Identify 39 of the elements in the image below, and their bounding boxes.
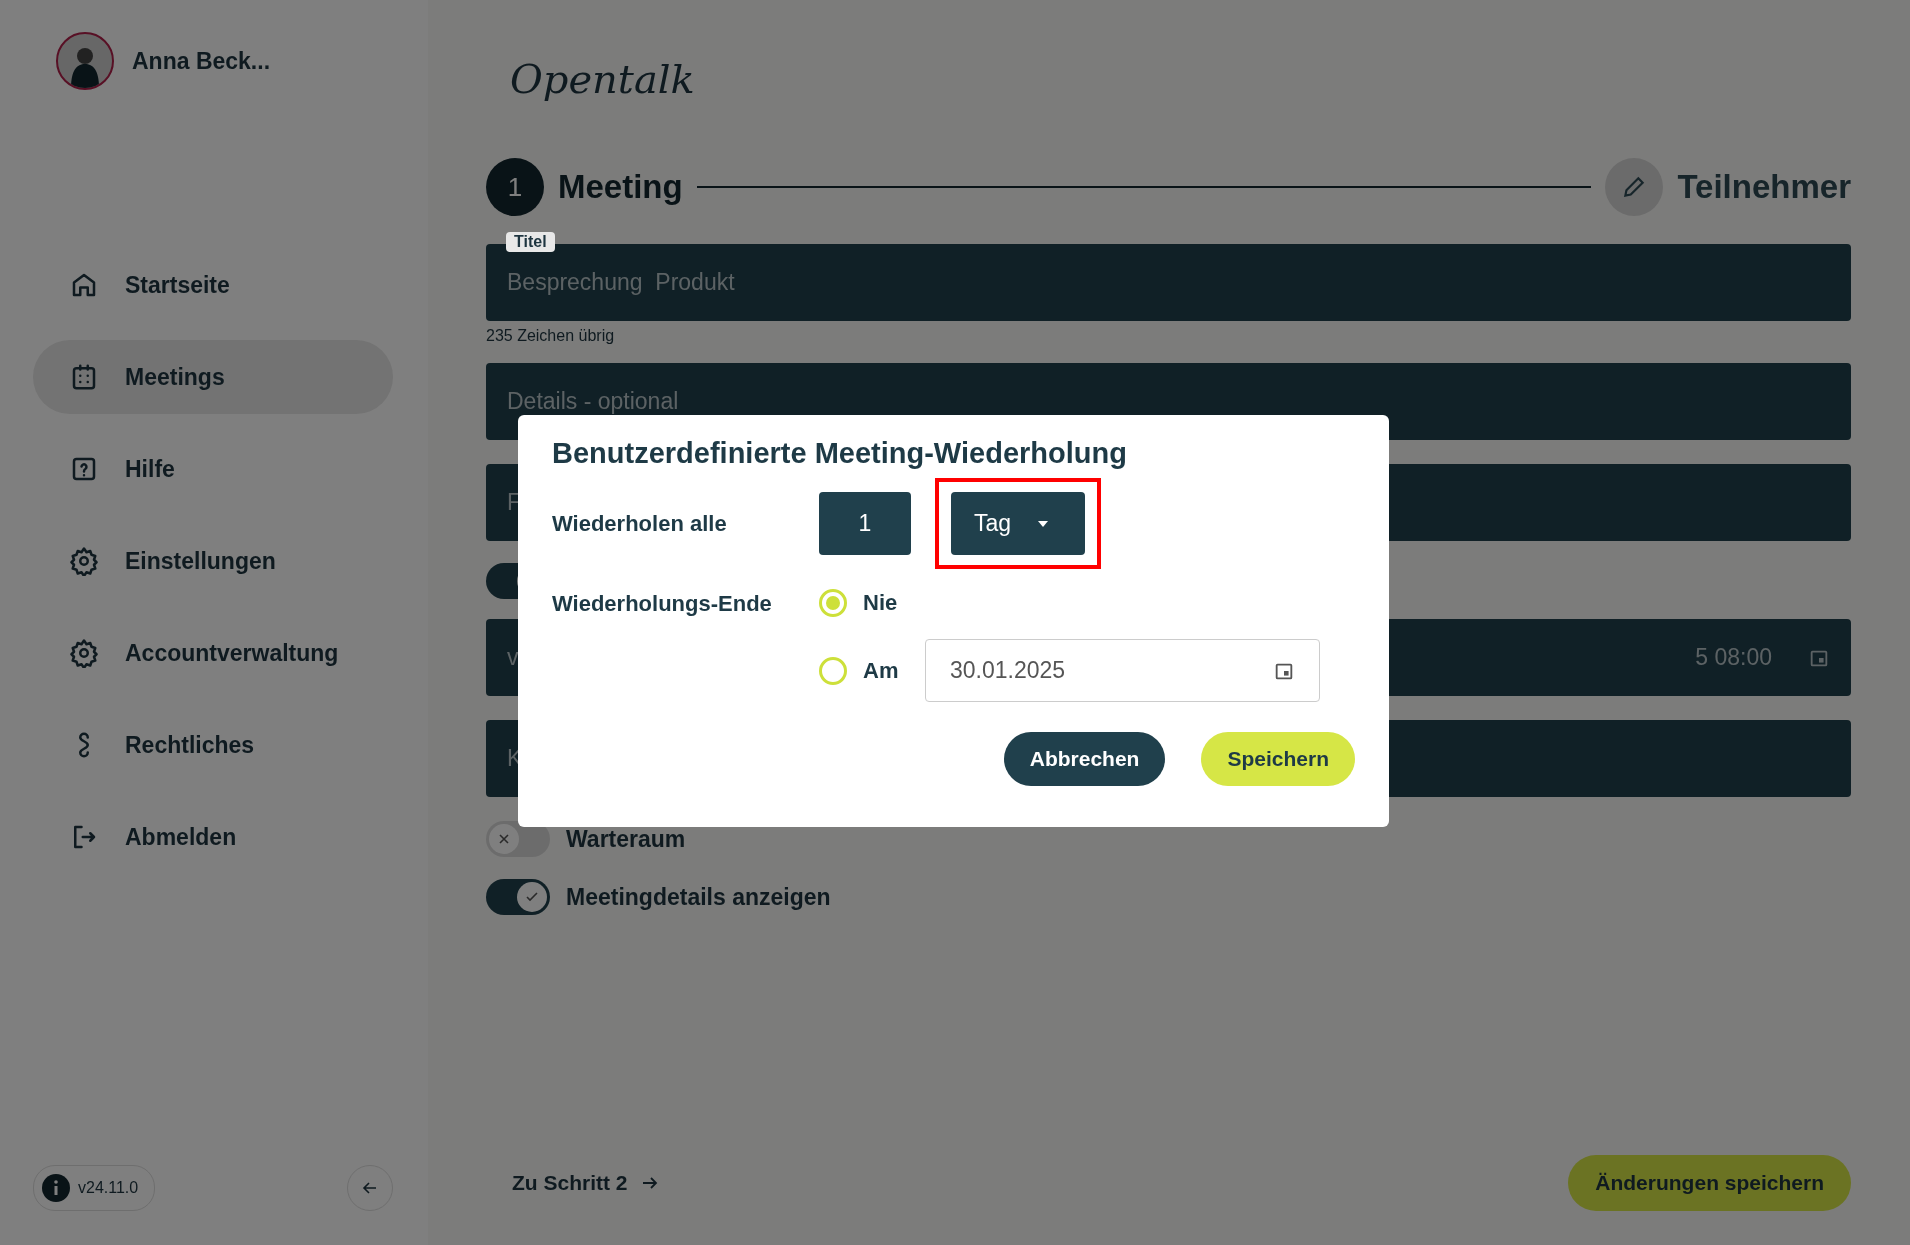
caret-icon <box>1037 519 1050 528</box>
sidebar-item[interactable]: Einstellungen <box>33 524 393 598</box>
sidebar-item[interactable]: Abmelden <box>33 800 393 874</box>
sidebar-item[interactable]: Meetings <box>33 340 393 414</box>
save-button[interactable]: Speichern <box>1201 732 1355 786</box>
avatar[interactable] <box>56 32 114 90</box>
step-label: Meeting <box>558 168 683 206</box>
field-label: Titel <box>506 232 555 252</box>
toggle-switch[interactable] <box>486 821 550 857</box>
sidebar-item[interactable]: Rechtliches <box>33 708 393 782</box>
settings-icon <box>69 638 99 668</box>
radio-button[interactable] <box>819 589 847 617</box>
unit-dropdown[interactable]: Tag <box>951 492 1085 555</box>
dialog-title: Benutzerdefinierte Meeting-Wiederholung <box>552 437 1128 470</box>
sidebar-item[interactable]: Startseite <box>33 248 393 322</box>
helper-text: 235 Zeichen übrig <box>486 327 616 345</box>
radio-button[interactable] <box>819 656 847 685</box>
date-field[interactable]: 30.01.2025 <box>925 639 1320 702</box>
next-step-link[interactable]: Zu Schritt 2 <box>486 1171 660 1195</box>
step-label: Teilnehmer <box>1677 168 1851 206</box>
user-name: Anna Beck... <box>132 47 271 75</box>
settings-icon <box>69 546 99 576</box>
radio-label: Nie <box>863 590 899 616</box>
version-badge: v24.11.0 <box>33 1165 156 1211</box>
cancel-button[interactable]: Abbrechen <box>1003 732 1166 786</box>
step-number: 1 <box>486 158 544 216</box>
save-changes-button[interactable]: Änderungen speichern <box>1568 1155 1851 1211</box>
info-icon <box>42 1174 70 1202</box>
toggle-switch[interactable] <box>486 879 550 915</box>
radio-label: Am <box>863 657 900 684</box>
switch-label: Meetingdetails anzeigen <box>566 883 831 911</box>
close-icon <box>497 832 511 846</box>
sidebar-item[interactable]: Accountverwaltung <box>33 616 393 690</box>
field-label: Wiederholen alle <box>552 510 728 537</box>
switch-label: Warteraum <box>566 825 686 853</box>
sidebar-item[interactable]: Hilfe <box>33 432 393 506</box>
logo: Opentalk <box>509 56 696 104</box>
interval-field[interactable]: 1 <box>819 492 911 555</box>
field-label: Wiederholungs-Ende <box>552 591 773 617</box>
